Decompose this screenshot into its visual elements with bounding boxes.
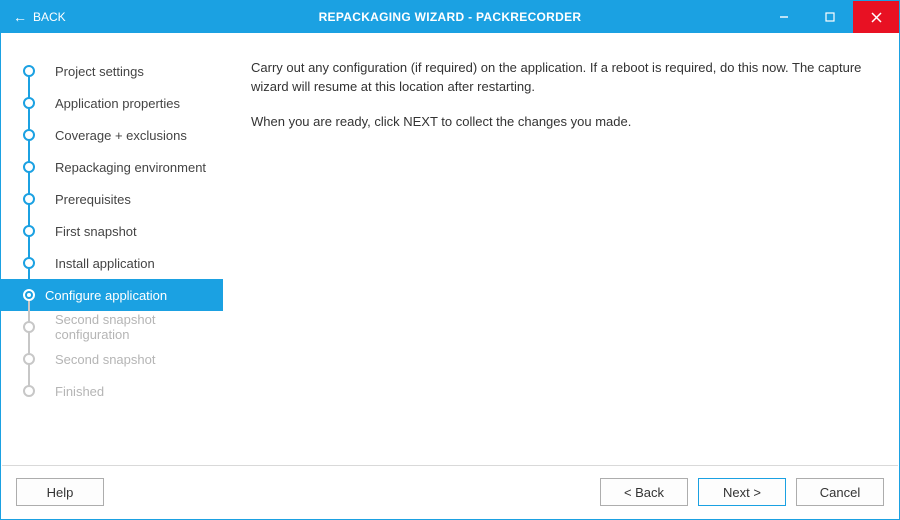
wizard-step[interactable]: Repackaging environment (19, 151, 233, 183)
step-label: Install application (45, 250, 165, 277)
instruction-text: Carry out any configuration (if required… (251, 59, 871, 97)
step-dot-icon (23, 65, 35, 77)
step-label: Finished (45, 378, 114, 405)
wizard-step[interactable]: Application properties (19, 87, 233, 119)
step-dot-icon (23, 289, 35, 301)
step-dot-icon (23, 161, 35, 173)
close-button[interactable] (853, 1, 899, 33)
wizard-step[interactable]: Install application (19, 247, 233, 279)
wizard-step[interactable]: First snapshot (19, 215, 233, 247)
step-label: Second snapshot (45, 346, 165, 373)
close-icon (871, 12, 882, 23)
step-label: Configure application (45, 288, 167, 303)
wizard-step[interactable]: Prerequisites (19, 183, 233, 215)
wizard-footer: Help < Back Next > Cancel (2, 465, 898, 518)
step-dot-icon (23, 321, 35, 333)
step-dot-icon (23, 193, 35, 205)
step-dot-icon (23, 353, 35, 365)
maximize-icon (825, 12, 835, 22)
step-label: Second snapshot configuration (45, 306, 233, 348)
step-label: Project settings (45, 58, 154, 85)
window-controls (761, 1, 899, 33)
step-label: Coverage + exclusions (45, 122, 197, 149)
maximize-button[interactable] (807, 1, 853, 33)
minimize-icon (779, 12, 789, 22)
wizard-content: Carry out any configuration (if required… (233, 33, 899, 465)
wizard-step: Second snapshot configuration (19, 311, 233, 343)
wizard-step[interactable]: Project settings (19, 55, 233, 87)
back-button[interactable]: ← BACK (1, 10, 66, 24)
step-label: Repackaging environment (45, 154, 216, 181)
back-label: BACK (33, 10, 66, 24)
back-button-footer[interactable]: < Back (600, 478, 688, 506)
step-label: Application properties (45, 90, 190, 117)
cancel-button[interactable]: Cancel (796, 478, 884, 506)
step-dot-icon (23, 97, 35, 109)
step-dot-icon (23, 257, 35, 269)
next-button[interactable]: Next > (698, 478, 786, 506)
step-dot-icon (23, 385, 35, 397)
step-label: First snapshot (45, 218, 147, 245)
minimize-button[interactable] (761, 1, 807, 33)
step-dot-icon (23, 225, 35, 237)
wizard-steps-sidebar: Project settings Application properties Co… (1, 33, 233, 465)
wizard-step: Finished (19, 375, 233, 407)
step-label: Prerequisites (45, 186, 141, 213)
titlebar: ← BACK REPACKAGING WIZARD - PACKRECORDER (1, 1, 899, 33)
step-dot-icon (23, 129, 35, 141)
instruction-text: When you are ready, click NEXT to collec… (251, 113, 871, 132)
arrow-left-icon: ← (13, 10, 27, 24)
help-button[interactable]: Help (16, 478, 104, 506)
wizard-step[interactable]: Coverage + exclusions (19, 119, 233, 151)
